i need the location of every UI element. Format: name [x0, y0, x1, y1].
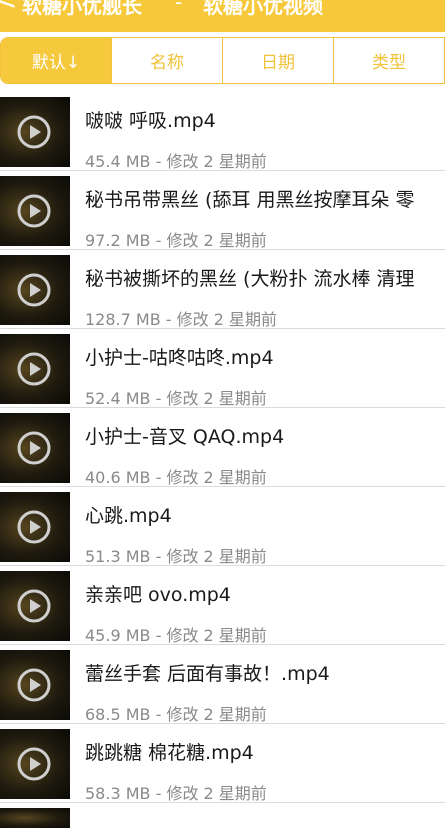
play-icon [17, 668, 51, 702]
list-item[interactable]: 啵啵 呼吸.mp4 45.4 MB - 修改 2 星期前 [0, 92, 445, 171]
file-name: 秘书被撕坏的黑丝 (大粉扑 流水棒 清理 [85, 268, 415, 290]
list-item[interactable]: 秘书吊带黑丝 (舔耳 用黑丝按摩耳朵 零 97.2 MB - 修改 2 星期前 [0, 171, 445, 250]
play-icon [17, 510, 51, 544]
video-thumbnail [0, 729, 70, 799]
video-thumbnail [0, 97, 70, 167]
file-meta: 97.2 MB - 修改 2 星期前 [85, 231, 267, 250]
play-icon [17, 589, 51, 623]
video-thumbnail [0, 176, 70, 246]
page-title: 软糖小优视频 [203, 0, 323, 18]
video-thumbnail [0, 334, 70, 404]
play-icon [17, 273, 51, 307]
breadcrumb[interactable]: 软糖小优舰长 [22, 0, 142, 19]
list-item[interactable]: 小护士-音叉 QAQ.mp4 40.6 MB - 修改 2 星期前 [0, 408, 445, 487]
file-name: 蕾丝手套 后面有事故！.mp4 [85, 663, 330, 685]
sort-tab-default[interactable]: 默认↓ [1, 38, 112, 83]
file-name: 小护士-音叉 QAQ.mp4 [85, 426, 285, 448]
file-meta: 45.9 MB - 修改 2 星期前 [85, 626, 267, 645]
file-meta: 68.5 MB - 修改 2 星期前 [85, 705, 267, 724]
video-thumbnail [0, 255, 70, 325]
list-item[interactable]: 秘书被撕坏的黑丝 (大粉扑 流水棒 清理 128.7 MB - 修改 2 星期前 [0, 250, 445, 329]
file-meta: 58.3 MB - 修改 2 星期前 [85, 784, 267, 803]
list-item[interactable] [0, 803, 445, 828]
file-name: 啵啵 呼吸.mp4 [85, 110, 216, 132]
video-thumbnail [0, 492, 70, 562]
sort-tab-name[interactable]: 名称 [112, 38, 223, 83]
play-icon [17, 352, 51, 386]
breadcrumb-separator: - [175, 0, 183, 14]
play-icon [17, 194, 51, 228]
back-button[interactable]: < [0, 0, 17, 14]
sort-tab-date[interactable]: 日期 [223, 38, 334, 83]
file-name: 亲亲吧 ovo.mp4 [85, 584, 231, 606]
list-item[interactable]: 心跳.mp4 51.3 MB - 修改 2 星期前 [0, 487, 445, 566]
play-icon [17, 115, 51, 149]
file-name: 心跳.mp4 [85, 505, 172, 527]
file-meta: 45.4 MB - 修改 2 星期前 [85, 152, 267, 171]
file-name: 跳跳糖 棉花糖.mp4 [85, 742, 254, 764]
list-item[interactable]: 小护士-咕咚咕咚.mp4 52.4 MB - 修改 2 星期前 [0, 329, 445, 408]
file-name: 小护士-咕咚咕咚.mp4 [85, 347, 274, 369]
video-thumbnail [0, 571, 70, 641]
play-icon [17, 747, 51, 781]
file-list: 啵啵 呼吸.mp4 45.4 MB - 修改 2 星期前 秘书吊带黑丝 (舔耳 … [0, 92, 445, 828]
file-name: 秘书吊带黑丝 (舔耳 用黑丝按摩耳朵 零 [85, 189, 415, 211]
sort-bar: 默认↓ 名称 日期 类型 [0, 37, 445, 84]
file-meta: 52.4 MB - 修改 2 星期前 [85, 389, 267, 408]
video-thumbnail [0, 413, 70, 483]
file-meta: 128.7 MB - 修改 2 星期前 [85, 310, 277, 329]
sort-tab-type[interactable]: 类型 [334, 38, 445, 83]
video-thumbnail [0, 650, 70, 720]
video-thumbnail [0, 808, 70, 828]
app-header: < 软糖小优舰长 - 软糖小优视频 [0, 0, 445, 32]
file-meta: 51.3 MB - 修改 2 星期前 [85, 547, 267, 566]
file-meta: 40.6 MB - 修改 2 星期前 [85, 468, 267, 487]
play-icon [17, 431, 51, 465]
list-item[interactable]: 蕾丝手套 后面有事故！.mp4 68.5 MB - 修改 2 星期前 [0, 645, 445, 724]
list-item[interactable]: 跳跳糖 棉花糖.mp4 58.3 MB - 修改 2 星期前 [0, 724, 445, 803]
list-item[interactable]: 亲亲吧 ovo.mp4 45.9 MB - 修改 2 星期前 [0, 566, 445, 645]
